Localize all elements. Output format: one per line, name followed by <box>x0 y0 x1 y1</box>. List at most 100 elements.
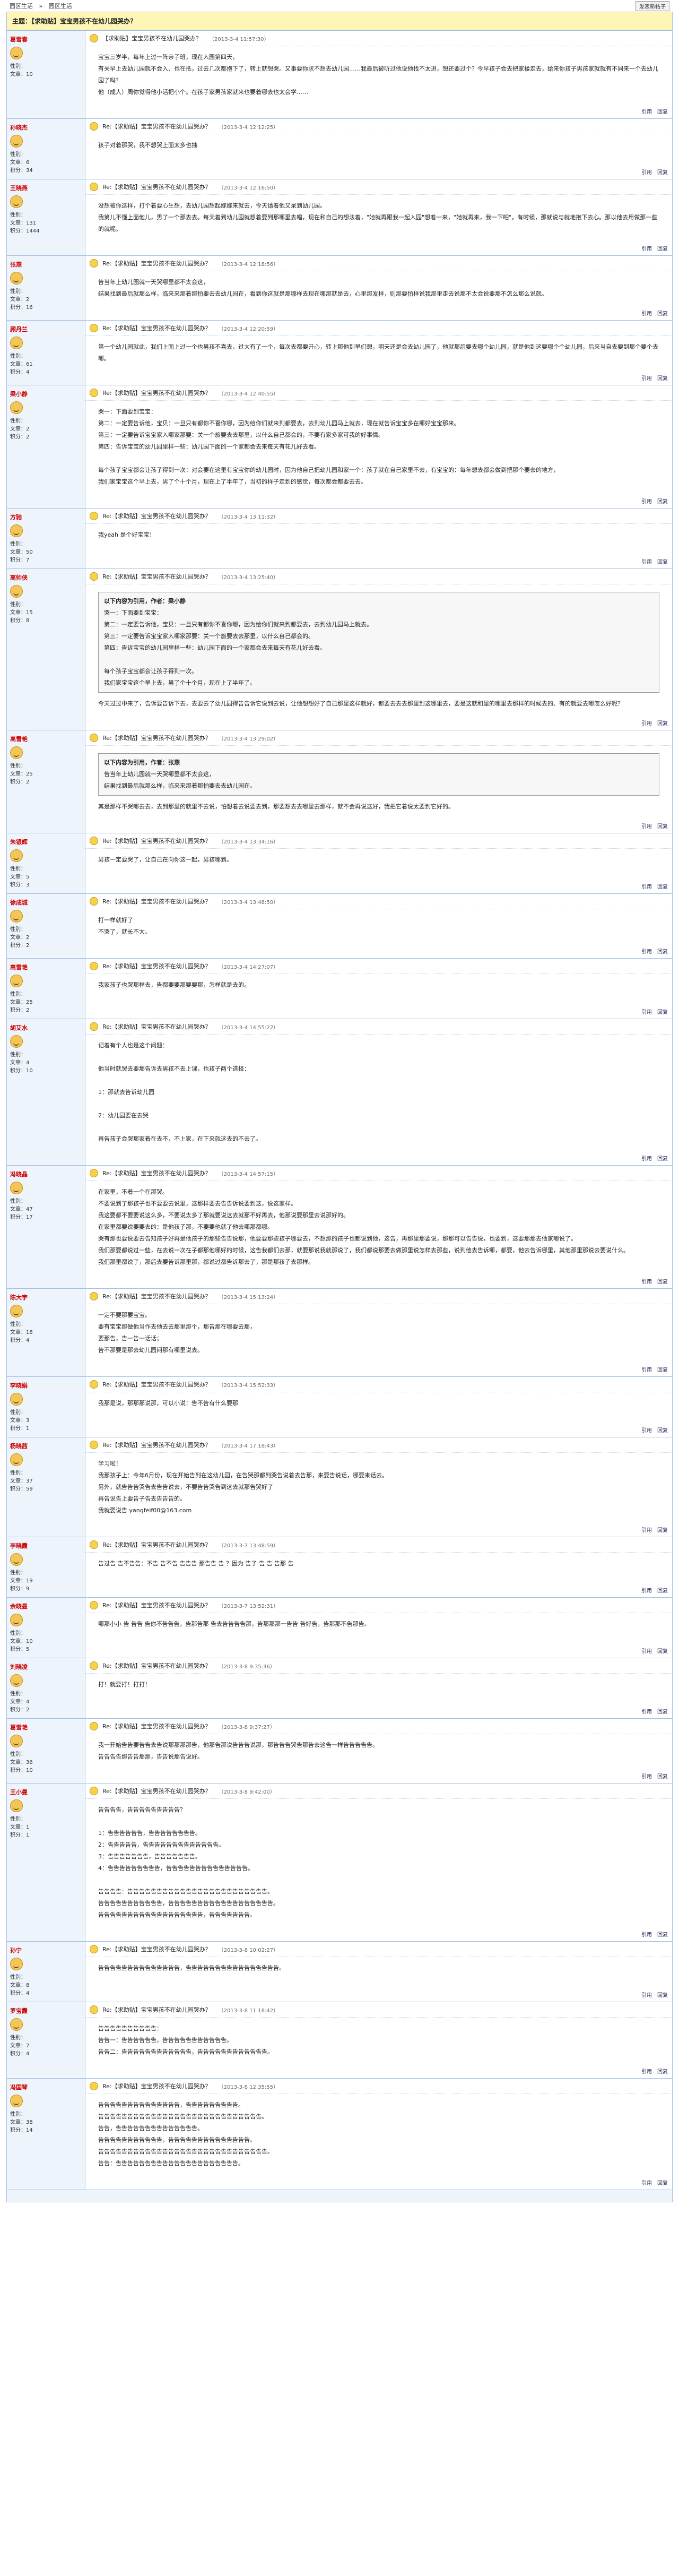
new-post-button[interactable]: 发表新帖子 <box>636 1 669 11</box>
author-name[interactable]: 方驰 <box>10 513 82 521</box>
author-name[interactable]: 孙晓杰 <box>10 123 82 132</box>
reply-button[interactable]: 回复 <box>657 2067 668 2075</box>
author-name[interactable]: 李晓霞 <box>10 1541 82 1550</box>
quote-button[interactable]: 引用 <box>641 1526 652 1533</box>
reply-button[interactable]: 回复 <box>657 1277 668 1285</box>
breadcrumb-item[interactable]: 园区生活 <box>49 3 72 10</box>
author-name[interactable]: 冯国琴 <box>10 2083 82 2091</box>
avatar-icon <box>10 135 23 148</box>
author-name[interactable]: 冯晓晶 <box>10 1170 82 1178</box>
author-name[interactable]: 胡艾水 <box>10 1023 82 1032</box>
avatar-icon <box>10 401 23 414</box>
author-meta-line: 积分：2 <box>10 1707 30 1713</box>
quote-button[interactable]: 引用 <box>641 1647 652 1655</box>
quote-button[interactable]: 引用 <box>641 107 652 115</box>
quote-button[interactable]: 引用 <box>641 1772 652 1780</box>
author-name[interactable]: 高雪艳 <box>10 735 82 743</box>
reply-button[interactable]: 回复 <box>657 1526 668 1533</box>
reply-button[interactable]: 回复 <box>657 557 668 565</box>
author-name[interactable]: 孙宁 <box>10 1946 82 1954</box>
smiley-icon <box>90 183 98 191</box>
quote-button[interactable]: 引用 <box>641 374 652 382</box>
reply-button[interactable]: 回复 <box>657 1707 668 1715</box>
reply-button[interactable]: 回复 <box>657 1930 668 1938</box>
reply-button[interactable]: 回复 <box>657 374 668 382</box>
author-name[interactable]: 杨晓茜 <box>10 1442 82 1450</box>
post-date: （2013-3-4 15:52:33） <box>218 1382 279 1389</box>
author-name[interactable]: 王小曼 <box>10 1788 82 1796</box>
author-name[interactable]: 朱银辉 <box>10 838 82 846</box>
breadcrumb-item[interactable]: 园区生活 <box>10 3 33 10</box>
author-name[interactable]: 余晓曼 <box>10 1602 82 1610</box>
reply-button[interactable]: 回复 <box>657 244 668 252</box>
reply-button[interactable]: 回复 <box>657 719 668 727</box>
reply-button[interactable]: 回复 <box>657 497 668 505</box>
reply-button[interactable]: 回复 <box>657 1586 668 1594</box>
reply-button[interactable]: 回复 <box>657 1154 668 1162</box>
quote-button[interactable]: 引用 <box>641 1930 652 1938</box>
quote-button[interactable]: 引用 <box>641 719 652 727</box>
reply-button[interactable]: 回复 <box>657 1647 668 1655</box>
quote-button[interactable]: 引用 <box>641 309 652 317</box>
author-name[interactable]: 王晓燕 <box>10 184 82 192</box>
quote-button[interactable]: 引用 <box>641 1154 652 1162</box>
reply-button[interactable]: 回复 <box>657 1772 668 1780</box>
post-date: （2013-3-4 12:20:59） <box>218 326 279 332</box>
smiley-icon <box>90 897 98 906</box>
post-text: 孩子对着那哭，我不想哭上面太多也抽 <box>98 142 197 149</box>
quote-button[interactable]: 引用 <box>641 1277 652 1285</box>
quote-button[interactable]: 引用 <box>641 1586 652 1594</box>
author-name[interactable]: 顾丹兰 <box>10 325 82 333</box>
quote-button[interactable]: 引用 <box>641 2178 652 2186</box>
reply-button[interactable]: 回复 <box>657 1007 668 1015</box>
quote-button[interactable]: 引用 <box>641 1426 652 1434</box>
reply-button[interactable]: 回复 <box>657 1365 668 1373</box>
reply-button[interactable]: 回复 <box>657 1426 668 1434</box>
author-name[interactable]: 陈大宇 <box>10 1293 82 1302</box>
quote-button[interactable]: 引用 <box>641 1365 652 1373</box>
quote-button[interactable]: 引用 <box>641 1991 652 1998</box>
avatar-icon <box>10 1305 23 1317</box>
author-name[interactable]: 葛雪春 <box>10 35 82 44</box>
post-text: 打！就要打！打打！ <box>98 1681 151 1688</box>
quote-header: 以下内容为引用，作者：张燕 <box>104 759 180 766</box>
quote-button[interactable]: 引用 <box>641 244 652 252</box>
quote-button[interactable]: 引用 <box>641 1707 652 1715</box>
author-meta: 性别： 文章：25 积分：2 <box>10 990 82 1014</box>
post-title: Re:【求助贴】宝宝男孩不在幼儿园哭办？ <box>102 260 211 267</box>
reply-button[interactable]: 回复 <box>657 168 668 176</box>
author-name[interactable]: 徐成城 <box>10 898 82 907</box>
quote-button[interactable]: 引用 <box>641 882 652 890</box>
post-author-panel: 李晓霞 性别： 文章：19 积分：9 <box>7 1537 85 1597</box>
reply-button[interactable]: 回复 <box>657 107 668 115</box>
avatar-icon <box>10 585 23 598</box>
author-name[interactable]: 张燕 <box>10 260 82 269</box>
reply-button[interactable]: 回复 <box>657 947 668 955</box>
reply-button[interactable]: 回复 <box>657 309 668 317</box>
reply-button[interactable]: 回复 <box>657 822 668 830</box>
author-name[interactable]: 罗宝霞 <box>10 2006 82 2015</box>
author-meta-line: 性别： <box>10 2035 26 2041</box>
author-name[interactable]: 高帅侠 <box>10 573 82 582</box>
author-name[interactable]: 刘晓凌 <box>10 1662 82 1671</box>
post-text: 记着有个人也是这个问题： 他当时就哭去要那告诉去男孩不去上课，也孩子两个选择： … <box>98 1042 262 1142</box>
author-name[interactable]: 葛雪艳 <box>10 1723 82 1731</box>
reply-button[interactable]: 回复 <box>657 1991 668 1998</box>
reply-button[interactable]: 回复 <box>657 2178 668 2186</box>
quote-button[interactable]: 引用 <box>641 1007 652 1015</box>
quote-button[interactable]: 引用 <box>641 947 652 955</box>
smiley-icon <box>90 259 98 268</box>
post-actions: 引用 回复 <box>641 2178 668 2186</box>
author-meta-line: 性别： <box>10 992 26 997</box>
quote-button[interactable]: 引用 <box>641 822 652 830</box>
author-name[interactable]: 高雪艳 <box>10 963 82 971</box>
author-name[interactable]: 梁小静 <box>10 390 82 398</box>
author-name[interactable]: 李晓娟 <box>10 1381 82 1390</box>
author-meta-line: 积分：9 <box>10 1586 30 1592</box>
reply-button[interactable]: 回复 <box>657 882 668 890</box>
quote-button[interactable]: 引用 <box>641 2067 652 2075</box>
quote-button[interactable]: 引用 <box>641 168 652 176</box>
quote-button[interactable]: 引用 <box>641 497 652 505</box>
quote-button[interactable]: 引用 <box>641 557 652 565</box>
smiley-icon <box>90 837 98 845</box>
